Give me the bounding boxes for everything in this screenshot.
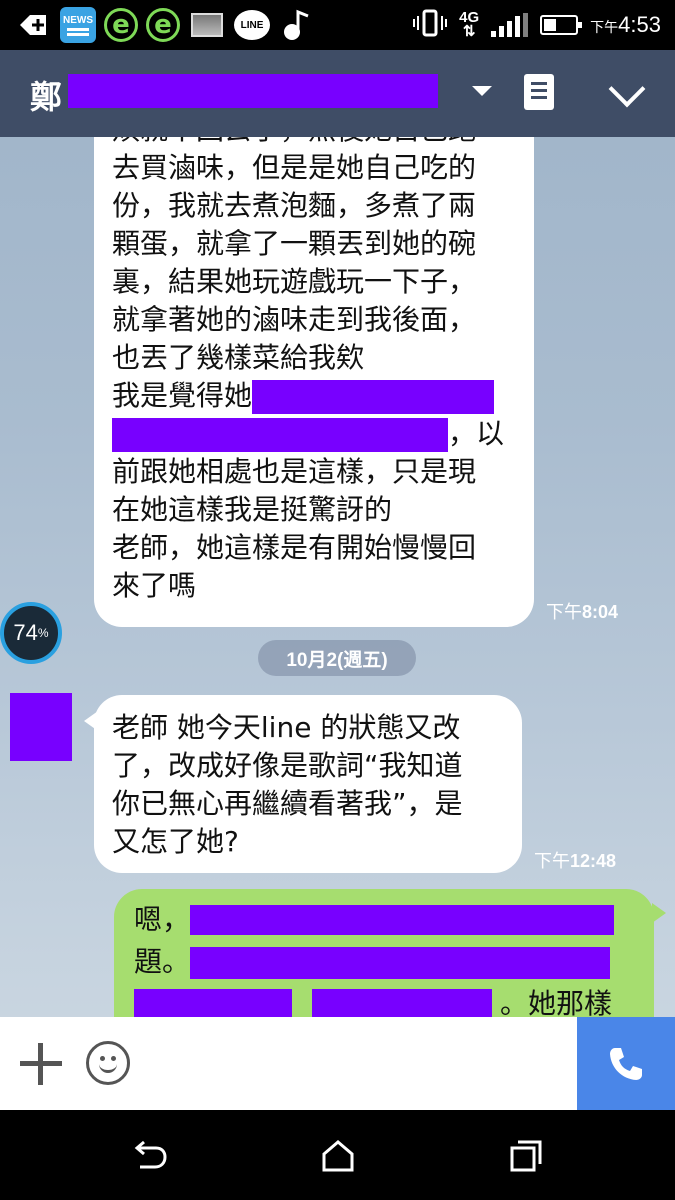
redacted-name (68, 74, 438, 108)
recent-apps-icon[interactable] (506, 1138, 546, 1174)
message-line: 又怎了她? (112, 825, 239, 858)
message-line: 在她這樣我是挺驚訝的 (112, 493, 393, 526)
redacted-text (190, 947, 610, 979)
message-timestamp: 下午8:04 (546, 602, 619, 622)
call-button[interactable] (577, 1017, 675, 1110)
emoji-icon[interactable] (86, 1041, 130, 1085)
message-line: 嗯， (134, 901, 634, 943)
redacted-text (134, 989, 292, 1017)
avatar[interactable] (10, 693, 72, 761)
redacted-text (252, 380, 495, 414)
chat-area[interactable]: 煩就不回去了，然後她自己跑 去買滷味，但是是她自己吃的 份，我就去煮泡麵，多煮了… (0, 137, 675, 1017)
redacted-text (112, 418, 448, 452)
system-nav-bar (0, 1110, 675, 1200)
dropdown-arrow-icon[interactable] (472, 86, 492, 96)
sent-message-bubble[interactable]: 嗯， 題。 。她那樣 (114, 889, 666, 1017)
message-line: 了，改成好像是歌詞“我知道 (112, 749, 463, 782)
message-line: 你已無心再繼續看著我”，是 (112, 787, 463, 820)
chat-title: 鄭 (30, 78, 63, 116)
floating-memory-widget[interactable]: 74% (0, 602, 62, 664)
received-message-bubble[interactable]: 煩就不回去了，然後她自己跑 去買滷味，但是是她自己吃的 份，我就去煮泡麵，多煮了… (94, 137, 534, 627)
message-line: 我是覺得她 (112, 377, 516, 415)
redacted-text (312, 989, 492, 1017)
music-icon (278, 6, 316, 44)
message-line: 老師 她今天line 的狀態又改 (112, 711, 461, 744)
message-line: ，以 (112, 415, 516, 453)
home-icon[interactable] (318, 1138, 358, 1174)
image-icon (188, 6, 226, 44)
phone-icon (610, 1047, 642, 1080)
message-line: 裏，結果她玩遊戲玩一下子， (112, 265, 477, 298)
add-icon (14, 6, 52, 44)
message-line: 去買滷味，但是是她自己吃的 (112, 151, 477, 184)
message-line: 。她那樣 (134, 985, 634, 1017)
news-icon: NEWS (60, 7, 96, 43)
message-line: 煩就不回去了，然後她自己跑 (112, 137, 516, 149)
vibrate-icon (413, 8, 448, 42)
message-line: 前跟她相處也是這樣，只是現 (112, 455, 477, 488)
notes-icon[interactable] (524, 74, 554, 110)
message-line: 就拿著她的滷味走到我後面， (112, 303, 477, 336)
message-line: 顆蛋，就拿了一顆丟到她的碗 (112, 227, 477, 260)
plus-icon[interactable] (20, 1043, 62, 1085)
browser-icon: e (104, 8, 138, 42)
network-type: 4G ⇅ (459, 9, 480, 40)
received-message-bubble[interactable]: 老師 她今天line 的狀態又改 了，改成好像是歌詞“我知道 你已無心再繼續看著… (84, 695, 522, 873)
message-line: 老師，她這樣是有開始慢慢回 (112, 531, 477, 564)
message-timestamp: 下午12:48 (534, 851, 617, 871)
message-line: 來了嗎 (112, 569, 197, 602)
chevron-down-icon[interactable] (608, 70, 646, 108)
date-separator: 10月2(週五) (258, 640, 416, 676)
message-line: 題。 (134, 943, 634, 985)
redacted-text (190, 905, 614, 935)
signal-icon (491, 13, 529, 37)
back-icon[interactable] (130, 1138, 170, 1174)
message-line: 也丟了幾樣菜給我欸 (112, 341, 365, 374)
status-bar: NEWS e e LINE 4G ⇅ 下午4:53 (0, 0, 675, 50)
status-clock: 下午4:53 (590, 12, 661, 37)
chat-header: 鄭 (0, 50, 675, 137)
line-icon: LINE (234, 10, 270, 40)
message-line: 份，我就去煮泡麵，多煮了兩 (112, 189, 477, 222)
browser-icon: e (146, 8, 180, 42)
battery-icon (540, 15, 583, 35)
message-input-bar (0, 1017, 675, 1110)
